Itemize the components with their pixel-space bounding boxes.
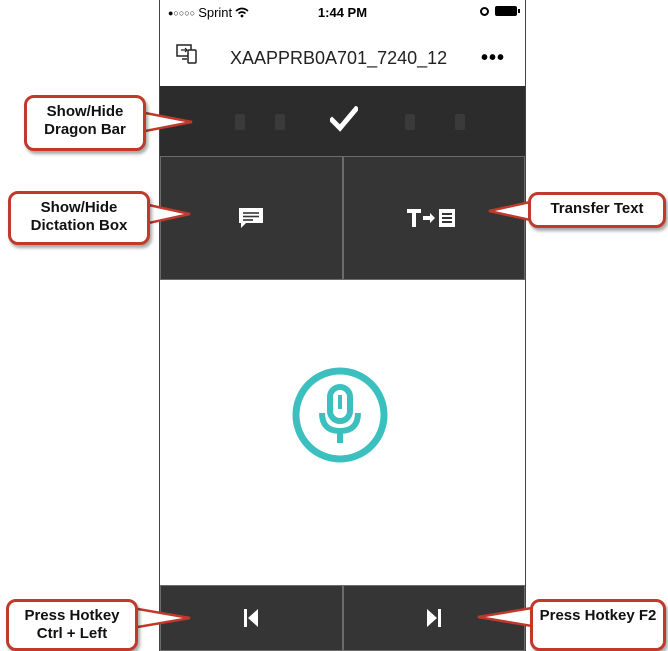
dragon-bar[interactable] (160, 86, 525, 156)
status-bar: ●○○○○ Sprint 1:44 PM (160, 0, 525, 24)
hotkey-bar (160, 585, 525, 651)
checkmark-icon[interactable] (330, 106, 358, 132)
callout-text: Show/Hide Dictation Box (30, 199, 128, 234)
faded-icon (405, 114, 415, 130)
callout-dragon-bar: Show/Hide Dragon Bar (24, 95, 146, 151)
callout-ctrl-left: Press Hotkey Ctrl + Left (6, 599, 138, 651)
callout-text: Transfer Text (550, 200, 644, 217)
phone-screen: ●○○○○ Sprint 1:44 PM XAAPPRB0A701_7240_1… (159, 0, 526, 651)
callout-arrow (132, 606, 191, 630)
callout-text: Show/Hide Dragon Bar (44, 103, 126, 138)
skip-previous-icon (244, 609, 259, 627)
callout-text: Press Hotkey Ctrl + Left (24, 607, 120, 642)
callout-arrow (477, 605, 538, 629)
callout-f2: Press Hotkey F2 (530, 599, 666, 651)
battery-icon (495, 6, 520, 16)
alarm-icon (480, 6, 489, 16)
faded-icon (455, 114, 465, 130)
microphone-icon[interactable] (290, 365, 390, 465)
more-icon[interactable]: ••• (481, 47, 505, 70)
callout-arrow (140, 110, 193, 134)
callout-arrow (144, 202, 191, 226)
dictation-box-icon (239, 208, 264, 228)
faded-icon (235, 114, 245, 130)
skip-next-icon (426, 609, 441, 627)
title-bar: XAAPPRB0A701_7240_12 ••• (160, 24, 525, 86)
action-grid (160, 156, 525, 280)
callout-transfer-text: Transfer Text (528, 192, 666, 228)
device-title: XAAPPRB0A701_7240_12 (230, 48, 448, 68)
devices-icon[interactable] (176, 44, 198, 64)
status-time: 1:44 PM (317, 5, 368, 20)
transfer-text-icon (406, 209, 455, 227)
faded-icon (275, 114, 285, 130)
callout-text: Press Hotkey F2 (539, 607, 657, 624)
callout-dictation-box: Show/Hide Dictation Box (8, 191, 150, 245)
